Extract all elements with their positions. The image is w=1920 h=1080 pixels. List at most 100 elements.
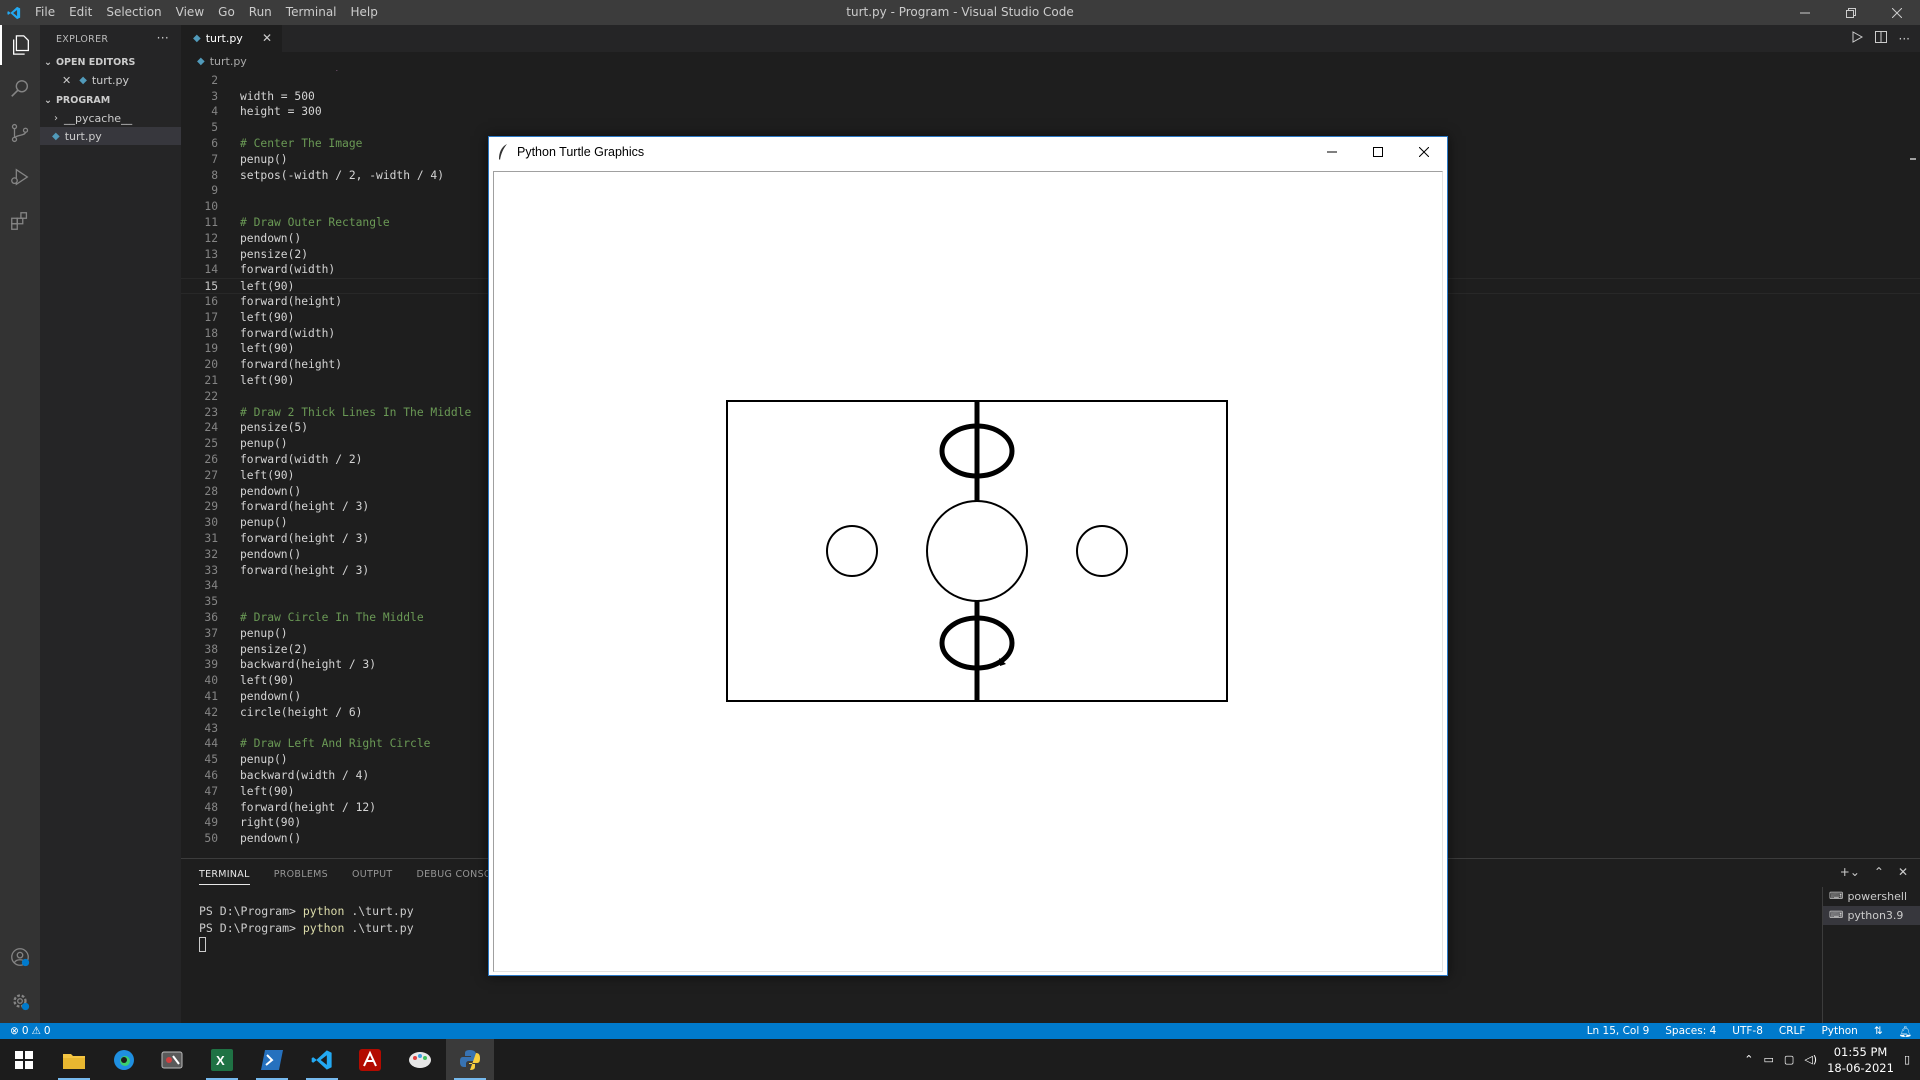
program-section[interactable]: ⌄ PROGRAM [40, 91, 181, 109]
close-panel-icon[interactable]: ✕ [1898, 865, 1908, 879]
open-editor-item[interactable]: ✕ ◆ turt.py [40, 71, 181, 89]
code-line[interactable]: 5 [181, 120, 1920, 136]
notification-icon[interactable]: ▯ [1904, 1053, 1910, 1066]
turtle-window-titlebar: Python Turtle Graphics [489, 137, 1447, 167]
menu-item-terminal[interactable]: Terminal [279, 0, 344, 25]
menu-item-view[interactable]: View [169, 0, 211, 25]
code-text: penup() [240, 152, 288, 166]
end-of-line[interactable]: CRLF [1779, 1025, 1806, 1037]
explorer-icon[interactable] [0, 25, 40, 65]
editor-tab[interactable]: ◆ turt.py ✕ [181, 25, 282, 52]
line-number: 47 [204, 784, 218, 798]
line-number: 22 [204, 389, 218, 403]
paint-3d-icon[interactable] [396, 1039, 444, 1080]
acrobat-icon[interactable] [346, 1039, 394, 1080]
folder-item[interactable]: › __pycache__ [40, 109, 181, 127]
line-number: 25 [204, 437, 218, 451]
language-mode[interactable]: Python [1821, 1025, 1857, 1037]
more-actions-icon[interactable]: ··· [157, 31, 169, 45]
restore-button[interactable] [1828, 0, 1874, 25]
accounts-icon[interactable] [0, 937, 40, 977]
code-text: pendown() [240, 690, 302, 703]
extensions-icon[interactable] [0, 201, 40, 241]
vscode-taskbar-icon[interactable] [298, 1039, 346, 1080]
panel-tab-terminal[interactable]: TERMINAL [199, 869, 250, 885]
line-number: 29 [204, 500, 218, 514]
notifications-bell-icon[interactable]: 🔔︎ [1899, 1025, 1912, 1038]
terminal-line: PS D:\Program> python .\turt.py [199, 904, 414, 918]
powershell-icon[interactable] [248, 1039, 296, 1080]
battery-icon[interactable]: ▭ [1764, 1053, 1774, 1066]
turtle-canvas[interactable] [493, 171, 1443, 972]
minimize-button[interactable] [1782, 0, 1828, 25]
code-text: penup() [240, 753, 288, 767]
file-item[interactable]: ◆ turt.py [40, 127, 181, 145]
line-number: 12 [204, 231, 218, 245]
indentation[interactable]: Spaces: 4 [1665, 1025, 1716, 1037]
terminal-cursor[interactable] [199, 937, 206, 952]
code-text: # Center The Image [240, 137, 363, 150]
volume-icon[interactable]: ◁) [1804, 1053, 1817, 1066]
windows-start-icon[interactable] [0, 1039, 48, 1080]
line-number: 28 [204, 484, 218, 498]
panel-tab-output[interactable]: OUTPUT [352, 869, 393, 880]
split-editor-icon[interactable] [1874, 31, 1887, 46]
line-number: 39 [204, 658, 218, 672]
close-icon[interactable]: ✕ [62, 74, 71, 87]
run-icon[interactable] [1851, 31, 1863, 46]
code-text: pendown() [240, 484, 302, 498]
live-share-icon[interactable]: ⇅ [1874, 1025, 1883, 1037]
search-icon[interactable] [0, 69, 40, 109]
code-line[interactable]: 3 width = 500 [181, 89, 1920, 105]
turtle-minimize-button[interactable] [1309, 137, 1355, 167]
terminal-item-python[interactable]: ⌨ python3.9 [1823, 906, 1920, 925]
turtle-window-controls [1309, 137, 1447, 167]
code-line[interactable]: 4 height = 300 [181, 104, 1920, 120]
encoding[interactable]: UTF-8 [1732, 1025, 1763, 1037]
code-text: penup() [240, 437, 288, 451]
excel-icon[interactable]: X [198, 1039, 246, 1080]
python-file-icon: ◆ [193, 33, 201, 44]
problems-status[interactable]: ⊗ 0 ⚠ 0 [10, 1023, 51, 1039]
terminal-icon: ⌨ [1829, 891, 1844, 902]
line-number: 38 [204, 642, 218, 656]
menu-item-selection[interactable]: Selection [99, 0, 168, 25]
terminal-line: PS D:\Program> python .\turt.py [199, 921, 414, 935]
code-text: left(90) [240, 468, 295, 482]
terminal-item-powershell[interactable]: ⌨ powershell [1823, 887, 1920, 906]
menu-item-go[interactable]: Go [211, 0, 242, 25]
open-editors-section[interactable]: ⌄ OPEN EDITORS [40, 53, 181, 71]
settings-gear-icon[interactable] [0, 981, 40, 1021]
code-text: forward(width) [240, 326, 336, 340]
close-button[interactable] [1874, 0, 1920, 25]
network-icon[interactable]: ▢ [1784, 1053, 1794, 1066]
code-text: left(90) [240, 784, 295, 798]
new-terminal-icon[interactable]: +⌄ [1840, 865, 1860, 879]
turtle-close-button[interactable] [1401, 137, 1447, 167]
python-taskbar-icon[interactable] [446, 1039, 494, 1080]
chevron-up-icon[interactable]: ⌃ [1744, 1053, 1753, 1066]
edge-browser-icon[interactable] [100, 1039, 148, 1080]
turtle-maximize-button[interactable] [1355, 137, 1401, 167]
code-text: left(90) [240, 280, 295, 294]
breadcrumb-file[interactable]: turt.py [210, 55, 247, 68]
more-actions-icon[interactable]: ··· [1899, 32, 1910, 46]
snipping-tool-icon[interactable] [148, 1039, 196, 1080]
cursor-position[interactable]: Ln 15, Col 9 [1587, 1025, 1650, 1037]
line-number: 9 [211, 184, 218, 198]
folder-name: __pycache__ [64, 111, 133, 125]
line-number: 10 [204, 200, 218, 214]
menu-bar: File Edit Selection View Go Run Terminal Help [28, 0, 385, 25]
menu-item-help[interactable]: Help [344, 0, 385, 25]
panel-tab-problems[interactable]: PROBLEMS [274, 869, 328, 880]
code-line[interactable]: 2 [181, 73, 1920, 89]
maximize-panel-icon[interactable]: ⌃ [1874, 865, 1884, 879]
menu-item-file[interactable]: File [28, 0, 62, 25]
close-tab-icon[interactable]: ✕ [262, 31, 272, 45]
menu-item-run[interactable]: Run [242, 0, 279, 25]
source-control-icon[interactable] [0, 113, 40, 153]
menu-item-edit[interactable]: Edit [62, 0, 99, 25]
file-explorer-icon[interactable] [50, 1039, 98, 1080]
run-debug-icon[interactable] [0, 157, 40, 197]
clock[interactable]: 01:55 PM 18-06-2021 [1827, 1044, 1894, 1076]
